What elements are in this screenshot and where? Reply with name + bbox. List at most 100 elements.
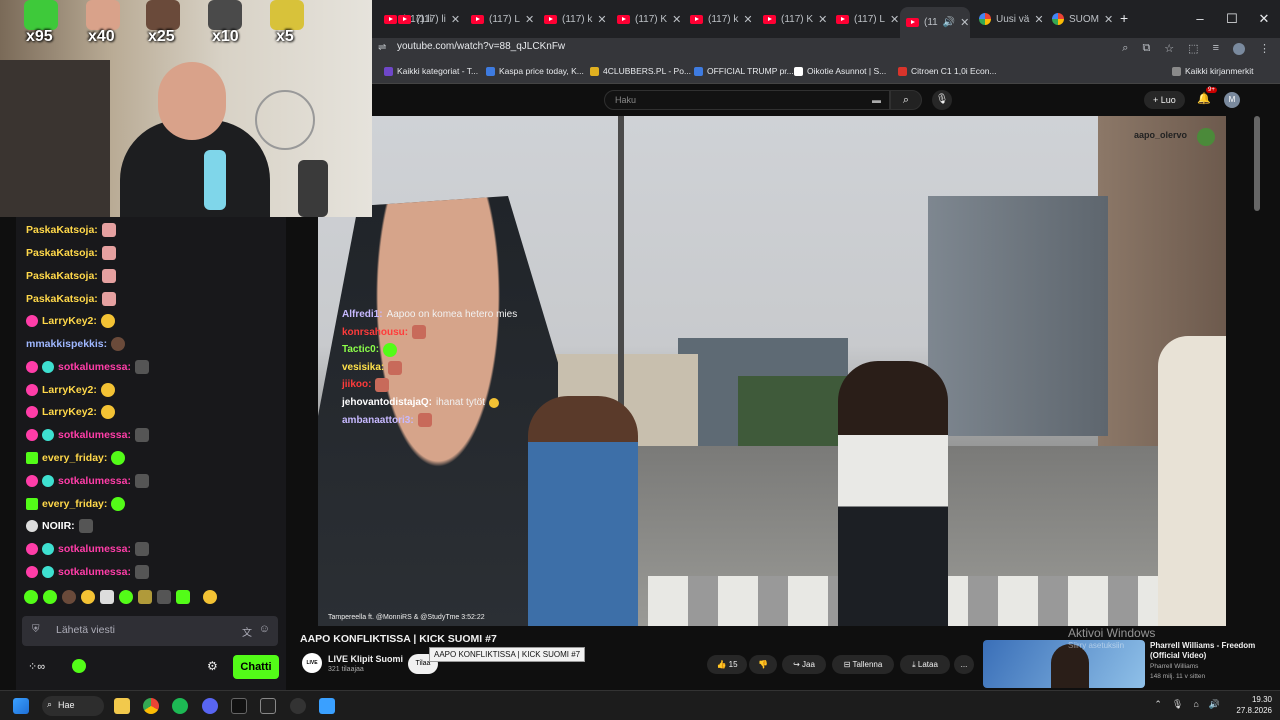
x-app-icon[interactable]	[231, 698, 247, 714]
close-icon[interactable]: ✕	[1034, 13, 1043, 26]
recommended-channel[interactable]: Pharrell Williams	[1150, 662, 1205, 672]
browser-tab[interactable]: (117) k ✕	[538, 7, 608, 31]
menu-icon[interactable]: ⋮	[1259, 42, 1270, 55]
bookmark-item[interactable]: 4CLUBBERS.PL - Po...	[590, 66, 691, 76]
microphone-tray-icon[interactable]: 🎙	[1172, 699, 1183, 710]
share-button[interactable]: ↪ Jaa	[782, 655, 826, 674]
translate-icon[interactable]: 文	[242, 624, 252, 639]
close-icon[interactable]: ✕	[525, 13, 534, 26]
emote-icon[interactable]	[81, 590, 95, 604]
recommended-video-title[interactable]: Pharrell Williams - Freedom (Official Vi…	[1150, 641, 1260, 661]
bookmark-star-icon[interactable]: ☆	[1164, 42, 1174, 55]
close-icon[interactable]: ✕	[743, 13, 752, 26]
file-explorer-icon[interactable]	[114, 698, 130, 714]
emote-icon[interactable]	[119, 590, 133, 604]
emote-icon[interactable]	[43, 590, 57, 604]
maximize-icon[interactable]: ☐	[1216, 0, 1248, 38]
url-field[interactable]: youtube.com/watch?v=88_qJLCKnFw	[397, 41, 565, 52]
close-window-icon[interactable]: ✕	[1248, 0, 1280, 38]
emote-icon[interactable]	[100, 590, 114, 604]
chrome-icon[interactable]	[143, 698, 159, 714]
chat-username[interactable]: LarryKey2:	[42, 406, 97, 418]
close-icon[interactable]: ✕	[597, 13, 606, 26]
site-info-icon[interactable]: ⇌	[378, 42, 386, 53]
browser-tab[interactable]: SUOM ✕	[1046, 7, 1116, 31]
keyboard-icon[interactable]: ▬	[872, 95, 881, 105]
network-icon[interactable]: ⌂	[1193, 699, 1198, 710]
browser-tab[interactable]: (117) li ✕	[392, 7, 462, 31]
chat-username[interactable]: sotkalumessa:	[58, 475, 131, 487]
chat-username[interactable]: sotkalumessa:	[58, 361, 131, 373]
close-icon[interactable]: ✕	[1104, 13, 1113, 26]
download-button[interactable]: ⤓ Lataa	[900, 655, 950, 674]
avatar[interactable]: M	[1224, 92, 1240, 108]
chat-username[interactable]: every_friday:	[42, 498, 107, 510]
close-icon[interactable]: ✕	[818, 13, 827, 26]
chat-username[interactable]: sotkalumessa:	[58, 429, 131, 441]
chat-username[interactable]: sotkalumessa:	[58, 566, 131, 578]
chat-username[interactable]: LarryKey2:	[42, 384, 97, 396]
emote-icon[interactable]	[157, 590, 171, 604]
shield-icon[interactable]: ⛨	[32, 624, 40, 635]
chevron-up-icon[interactable]: ⌃	[1154, 699, 1162, 710]
browser-tab[interactable]: (117) L ✕	[830, 7, 900, 31]
reading-list-icon[interactable]: ≡	[1213, 42, 1219, 55]
browser-tab[interactable]: Uusi vä ✕	[973, 7, 1043, 31]
chat-username[interactable]: PaskaKatsoja:	[26, 293, 98, 305]
obs-icon[interactable]	[290, 698, 306, 714]
close-icon[interactable]: ✕	[890, 13, 899, 26]
create-button[interactable]: + Luo	[1144, 91, 1185, 109]
system-clock[interactable]: 19.30 27.8.2026	[1236, 694, 1272, 716]
close-icon[interactable]: ✕	[960, 16, 969, 29]
n-app-icon[interactable]	[260, 698, 276, 714]
dislike-button[interactable]: 👎	[749, 655, 777, 674]
browser-tab[interactable]: (117) K ✕	[611, 7, 681, 31]
extensions-icon[interactable]: ⬚	[1188, 42, 1198, 55]
bookmark-item[interactable]: Kaikki kategoriat - T...	[384, 66, 478, 76]
spotify-icon[interactable]	[172, 698, 188, 714]
like-button[interactable]: 👍 15	[707, 655, 747, 674]
browser-tab[interactable]: (117) L ✕	[465, 7, 535, 31]
emote-icon[interactable]	[62, 590, 76, 604]
more-actions-button[interactable]: ...	[954, 655, 974, 674]
bookmark-item[interactable]: Kaspa price today, K...	[486, 66, 584, 76]
browser-tab-active[interactable]: (11 🔊 ✕	[900, 7, 970, 38]
send-chat-button[interactable]: Chatti	[233, 655, 279, 679]
browser-tab[interactable]: (117) K ✕	[757, 7, 827, 31]
search-input[interactable]: Haku ▬	[604, 90, 890, 110]
emote-icon[interactable]	[138, 590, 152, 604]
notifications-icon[interactable]: 🔔	[1197, 92, 1211, 105]
close-icon[interactable]: ✕	[672, 13, 681, 26]
cast-icon[interactable]: ⧉	[1142, 42, 1150, 55]
profile-icon[interactable]	[1233, 43, 1245, 55]
kick-points-icon[interactable]: ⁘∞	[28, 660, 45, 673]
bookmark-item[interactable]: Oikotie Asunnot | S...	[794, 66, 886, 76]
zoom-icon[interactable]: ⌕	[1122, 42, 1128, 55]
chat-username[interactable]: PaskaKatsoja:	[26, 247, 98, 259]
volume-icon[interactable]: 🔊	[1209, 699, 1220, 710]
chat-username[interactable]: every_friday:	[42, 452, 107, 464]
search-button[interactable]: ⌕	[890, 90, 922, 110]
kick-logo-icon[interactable]	[72, 659, 86, 673]
minimize-icon[interactable]: –	[1184, 0, 1216, 38]
microphone-icon[interactable]: 🎙	[932, 90, 952, 110]
emote-icon[interactable]	[203, 590, 217, 604]
new-tab-button[interactable]: +	[1120, 10, 1128, 26]
discord-icon[interactable]	[202, 698, 218, 714]
settings-icon[interactable]: ⚙	[207, 659, 218, 673]
emote-icon[interactable]	[24, 590, 38, 604]
bookmark-item[interactable]: OFFICIAL TRUMP pr...	[694, 66, 794, 76]
chat-username[interactable]: NOIIR:	[42, 520, 75, 532]
close-icon[interactable]: ✕	[451, 13, 460, 26]
chat-input[interactable]: ⛨ Lähetä viesti 文 ☺	[22, 616, 278, 646]
emote-icon[interactable]	[176, 590, 190, 604]
speaker-icon[interactable]: 🔊	[943, 17, 955, 28]
browser-tab[interactable]: (117) k ✕	[684, 7, 754, 31]
bookmark-item[interactable]: Citroen C1 1,0i Econ...	[898, 66, 997, 76]
chat-username[interactable]: sotkalumessa:	[58, 543, 131, 555]
save-button[interactable]: ⊟ Tallenna	[832, 655, 894, 674]
all-bookmarks[interactable]: Kaikki kirjanmerkit	[1172, 66, 1254, 76]
emoji-icon[interactable]: ☺	[259, 623, 270, 635]
notepad-icon[interactable]	[319, 698, 335, 714]
chat-username[interactable]: PaskaKatsoja:	[26, 224, 98, 236]
